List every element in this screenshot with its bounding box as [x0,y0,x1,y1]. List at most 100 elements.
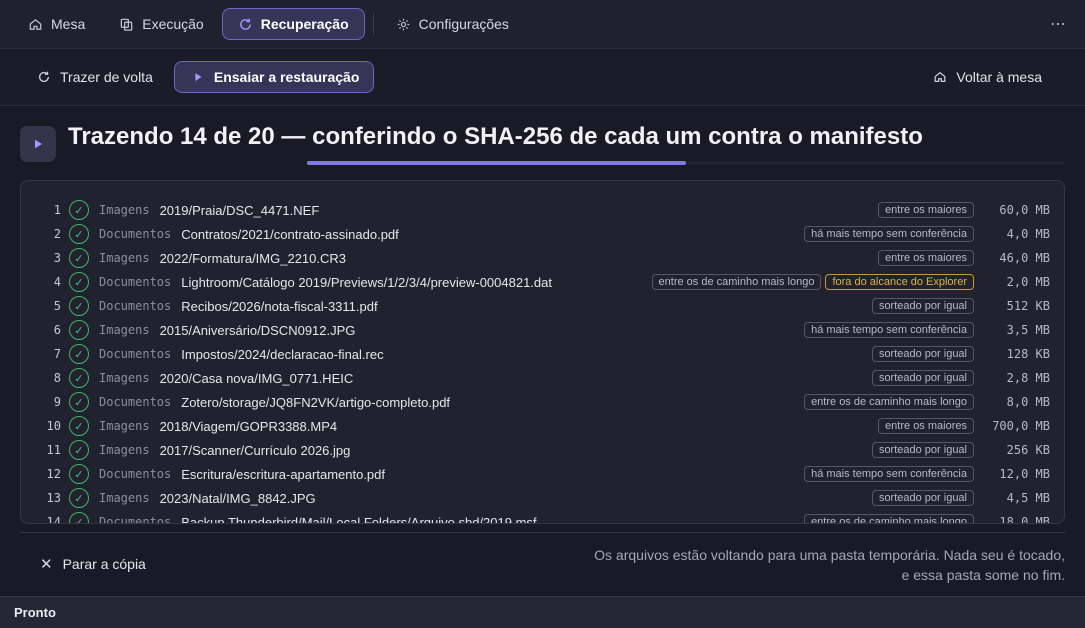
row-size: 2,0 MB [1006,275,1050,289]
row-category: Imagens [99,419,150,433]
row-number: 3 [53,251,61,265]
tab-configuracoes[interactable]: Configurações [380,8,525,40]
reason-badge: sorteado por igual [871,490,974,506]
row-tags: entre os de caminho mais longo [804,514,974,523]
check-icon: ✓ [69,512,89,523]
row-tags: sorteado por igual [871,346,974,362]
list-item[interactable]: 4 ✓ Documentos Lightroom/Catálogo 2019/Prev… [21,270,1064,294]
home-icon [28,17,43,32]
row-number: 10 [46,419,61,433]
check-icon: ✓ [69,200,89,220]
list-item[interactable]: 5 ✓ Documentos Recibos/2026/nota-fiscal-331… [21,294,1064,318]
bring-back-button[interactable]: Trazer de volta [24,61,166,93]
tab-label: Configurações [418,16,509,32]
reason-badge: há mais tempo sem conferência [804,322,974,338]
row-tags: entre os maiores [878,202,974,218]
tab-recuperacao[interactable]: Recuperação [221,8,365,40]
row-size: 256 KB [1006,443,1050,457]
check-icon: ✓ [69,368,89,388]
footer-note-line2: e essa pasta some no fim. [901,567,1065,583]
check-icon: ✓ [69,488,89,508]
reason-badge: há mais tempo sem conferência [804,226,974,242]
footer-note-line1: Os arquivos estão voltando para uma past… [594,547,1065,563]
reason-badge: entre os maiores [878,418,974,434]
row-tags: há mais tempo sem conferência [804,322,974,338]
row-category: Documentos [99,347,172,361]
row-size: 512 KB [1006,299,1050,313]
list-item[interactable]: 14 ✓ Documentos Backup Thunderbird/Mail/Loc… [21,510,1064,524]
footer-divider [20,532,1065,533]
stop-copy-button[interactable]: ✕ Parar a cópia [30,550,156,578]
tab-label: Mesa [51,16,86,32]
row-category: Documentos [99,395,172,409]
reason-badge: há mais tempo sem conferência [804,466,974,482]
row-path: 2015/Aniversário/DSCN0912.JPG [159,322,356,338]
check-icon: ✓ [69,272,89,292]
row-category: Documentos [99,227,172,241]
list-item[interactable]: 12 ✓ Documentos Escritura/escritura-apartam… [21,462,1064,486]
more-icon[interactable]: ⋯ [1050,14,1067,34]
reason-badge: sorteado por igual [871,346,974,362]
home-icon [933,70,947,84]
refresh-icon [37,70,51,84]
row-path: Recibos/2026/nota-fiscal-3311.pdf [181,298,378,314]
list-item[interactable]: 2 ✓ Documentos Contratos/2021/contrato-assi… [21,222,1064,246]
row-category: Imagens [99,203,150,217]
row-size: 18,0 MB [999,515,1050,524]
row-path: 2023/Natal/IMG_8842.JPG [159,490,316,506]
row-size: 4,5 MB [1006,491,1050,505]
row-tags: há mais tempo sem conferência [804,226,974,242]
reason-badge: sorteado por igual [871,370,974,386]
list-item[interactable]: 6 ✓ Imagens 2015/Aniversário/DSCN0912.JPG há… [21,318,1064,342]
list-item[interactable]: 7 ✓ Documentos Impostos/2024/declaracao-fin… [21,342,1064,366]
row-category: Imagens [99,371,150,385]
row-size: 700,0 MB [992,419,1050,433]
page-title: Trazendo 14 de 20 — conferindo o SHA-256… [68,123,923,150]
row-tags: sorteado por igual [871,490,974,506]
row-tags: entre os de caminho mais longo [804,394,974,410]
list-item[interactable]: 1 ✓ Imagens 2019/Praia/DSC_4471.NEF entre os… [21,198,1064,222]
list-item[interactable]: 8 ✓ Imagens 2020/Casa nova/IMG_0771.HEIC sor… [21,366,1064,390]
rehearse-restore-button[interactable]: Ensaiar a restauração [173,61,375,93]
row-number: 9 [53,395,61,409]
check-icon: ✓ [69,392,89,412]
tab-label: Execução [142,16,204,32]
footer-note: Os arquivos estão voltando para uma past… [594,545,1065,585]
rehearse-restore-label: Ensaiar a restauração [213,69,360,85]
row-category: Documentos [99,275,172,289]
list-item[interactable]: 11 ✓ Imagens 2017/Scanner/Currículo 2026.jp… [21,438,1064,462]
check-icon: ✓ [69,416,89,436]
list-item[interactable]: 10 ✓ Imagens 2018/Viagem/GOPR3388.MP4 entre … [21,414,1064,438]
check-icon: ✓ [69,296,89,316]
reason-badge: entre os maiores [878,202,974,218]
toolbar: Trazer de volta Ensaiar a restauração Vo… [0,49,1085,106]
list-item[interactable]: 13 ✓ Imagens 2023/Natal/IMG_8842.JPG sortead… [21,486,1064,510]
gear-icon [396,17,411,32]
progress-bar [307,161,1064,165]
copy-icon [119,17,134,32]
list-item[interactable]: 3 ✓ Imagens 2022/Formatura/IMG_2210.CR3 entr… [21,246,1064,270]
row-path: Escritura/escritura-apartamento.pdf [181,466,386,482]
row-number: 5 [53,299,61,313]
row-category: Imagens [99,323,150,337]
tab-execucao[interactable]: Execução [103,8,219,40]
row-category: Documentos [99,467,172,481]
back-to-desk-button[interactable]: Voltar à mesa [920,61,1055,93]
row-size: 2,8 MB [1006,371,1050,385]
row-size: 4,0 MB [1006,227,1050,241]
check-icon: ✓ [69,248,89,268]
back-to-desk-label: Voltar à mesa [956,69,1042,85]
row-size: 60,0 MB [999,203,1050,217]
nav-divider [372,13,374,35]
list-item[interactable]: 9 ✓ Documentos Zotero/storage/JQ8FN2VK/arti… [21,390,1064,414]
tab-mesa[interactable]: Mesa [12,8,101,40]
row-size: 8,0 MB [1006,395,1050,409]
file-list[interactable]: 1 ✓ Imagens 2019/Praia/DSC_4471.NEF entre os… [20,180,1065,524]
check-icon: ✓ [69,464,89,484]
row-number: 14 [46,515,61,524]
row-size: 3,5 MB [1006,323,1050,337]
row-path: 2018/Viagem/GOPR3388.MP4 [159,418,338,434]
row-tags: sorteado por igual [871,442,974,458]
row-path: 2020/Casa nova/IMG_0771.HEIC [159,370,354,386]
row-category: Imagens [99,491,150,505]
